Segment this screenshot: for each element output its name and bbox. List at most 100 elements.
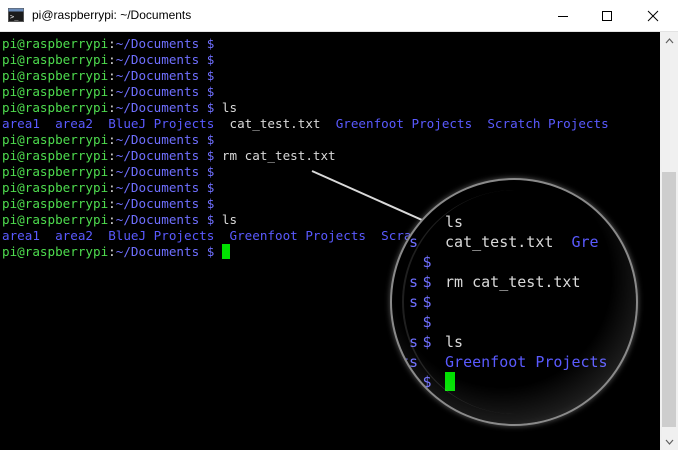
prompt-dollar: $ [199, 132, 215, 147]
directory-entry: Greenfoot Projects [229, 228, 366, 243]
prompt-separator: : [108, 36, 116, 51]
maximize-button[interactable] [584, 0, 630, 31]
prompt-dollar: $ [199, 68, 215, 83]
prompt-user: pi@raspberrypi [2, 196, 109, 211]
prompt-dollar: $ [199, 180, 215, 195]
prompt-line: pi@raspberrypi:~/Documents $ ls [2, 100, 237, 116]
prompt-line: pi@raspberrypi:~/Documents $ [2, 68, 214, 84]
prompt-line: pi@raspberrypi:~/Documents $ [2, 196, 214, 212]
prompt-line: pi@raspberrypi:~/Documents $ ls [2, 212, 237, 228]
prompt-separator: : [108, 84, 116, 99]
prompt-user: pi@raspberrypi [2, 244, 109, 259]
prompt-separator: : [108, 164, 116, 179]
prompt-user: pi@raspberrypi [2, 148, 109, 163]
prompt-separator: : [108, 196, 116, 211]
prompt-line: pi@raspberrypi:~/Documents $ [2, 36, 214, 52]
prompt-line: pi@raspberrypi:~/Documents $ [2, 132, 214, 148]
prompt-user: pi@raspberrypi [2, 180, 109, 195]
scrollbar-thumb[interactable] [662, 172, 676, 427]
directory-entry: area1 [2, 228, 40, 243]
prompt-separator: : [108, 68, 116, 83]
prompt-line: pi@raspberrypi:~/Documents $ [2, 180, 214, 196]
prompt-line: pi@raspberrypi:~/Documents $ [2, 52, 214, 68]
directory-entry: Greenfoot Projects [335, 116, 473, 131]
prompt-path: ~/Documents [115, 36, 200, 51]
prompt-path: ~/Documents [115, 196, 200, 211]
prompt-separator: : [108, 180, 116, 195]
prompt-user: pi@raspberrypi [2, 68, 109, 83]
prompt-dollar: $ [199, 148, 215, 163]
close-button[interactable] [630, 0, 676, 31]
prompt-separator: : [108, 148, 116, 163]
prompt-dollar: $ [199, 212, 215, 227]
prompt-user: pi@raspberrypi [2, 84, 109, 99]
text-cursor [221, 244, 230, 259]
prompt-user: pi@raspberrypi [2, 52, 109, 67]
window-title: pi@raspberrypi: ~/Documents [32, 8, 192, 22]
maximize-icon [602, 10, 612, 21]
chevron-down-icon [665, 439, 673, 445]
prompt-separator: : [108, 212, 116, 227]
directory-entry: area1 [2, 116, 40, 131]
prompt-path: ~/Documents [115, 148, 200, 163]
prompt-path: ~/Documents [115, 212, 200, 227]
command-text: rm cat_test.txt [214, 148, 336, 163]
prompt-user: pi@raspberrypi [2, 100, 109, 115]
prompt-separator: : [108, 244, 116, 259]
directory-entry: Scratch Projects [487, 116, 609, 131]
output-line: area1 area2 BlueJ Projects cat_test.txt … [2, 116, 609, 132]
prompt-path: ~/Documents [115, 52, 200, 67]
magnifier-lens: lss cat_test.txt Gre$ s$ rm cat_test.txt… [392, 180, 636, 424]
minimize-icon [558, 15, 568, 17]
file-entry: cat_test.txt [229, 116, 321, 131]
prompt-dollar: $ [199, 244, 215, 259]
prompt-dollar: $ [199, 196, 215, 211]
prompt-path: ~/Documents [115, 68, 200, 83]
directory-entry: BlueJ Projects [108, 116, 215, 131]
prompt-dollar: $ [199, 52, 215, 67]
close-icon [647, 10, 659, 21]
prompt-user: pi@raspberrypi [2, 36, 109, 51]
command-text: ls [214, 100, 238, 115]
chevron-up-icon [665, 37, 673, 43]
prompt-line: pi@raspberrypi:~/Documents $ rm cat_test… [2, 148, 336, 164]
title-bar[interactable]: >_ pi@raspberrypi: ~/Documents [0, 0, 678, 32]
prompt-path: ~/Documents [115, 100, 200, 115]
lens-glare [392, 180, 636, 424]
prompt-user: pi@raspberrypi [2, 212, 109, 227]
prompt-dollar: $ [199, 36, 215, 51]
prompt-path: ~/Documents [115, 84, 200, 99]
prompt-separator: : [108, 132, 116, 147]
vertical-scrollbar[interactable] [660, 32, 678, 450]
directory-entry: area2 [55, 228, 94, 243]
prompt-user: pi@raspberrypi [2, 164, 109, 179]
prompt-dollar: $ [199, 164, 215, 179]
directory-entry: BlueJ Projects [108, 228, 215, 243]
prompt-line: pi@raspberrypi:~/Documents $ [2, 164, 214, 180]
prompt-path: ~/Documents [115, 244, 200, 259]
directory-entry: area2 [55, 116, 94, 131]
prompt-separator: : [108, 52, 116, 67]
minimize-button[interactable] [540, 0, 586, 31]
prompt-path: ~/Documents [115, 132, 200, 147]
prompt-line: pi@raspberrypi:~/Documents $ [2, 244, 230, 260]
prompt-path: ~/Documents [115, 164, 200, 179]
terminal-app-icon: >_ [8, 8, 24, 22]
prompt-user: pi@raspberrypi [2, 132, 109, 147]
terminal-window: >_ pi@raspberrypi: ~/Documents pi@raspbe… [0, 0, 678, 450]
scroll-up-button[interactable] [660, 32, 678, 49]
svg-text:>_: >_ [10, 13, 19, 21]
prompt-dollar: $ [199, 84, 215, 99]
command-text: ls [214, 212, 238, 227]
prompt-path: ~/Documents [115, 180, 200, 195]
scroll-down-button[interactable] [660, 433, 678, 450]
prompt-dollar: $ [199, 100, 215, 115]
